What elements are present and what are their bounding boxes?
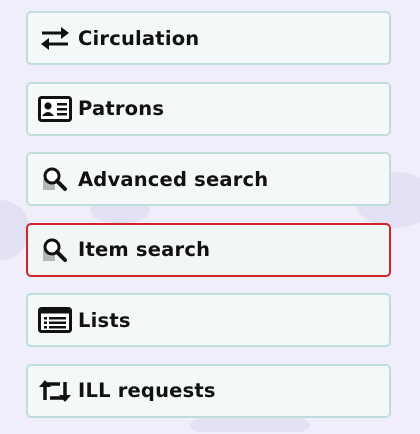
- menu-item-label: ILL requests: [78, 379, 216, 402]
- menu-item-label: Patrons: [78, 97, 165, 120]
- menu-item-label: Lists: [78, 308, 131, 332]
- menu-item-ill-requests[interactable]: ILL requests: [26, 363, 391, 418]
- menu-item-advanced-search[interactable]: Advanced search: [26, 152, 391, 206]
- magnifier-icon: [38, 236, 72, 264]
- menu-item-label: Circulation: [78, 26, 200, 50]
- retweet-arrows-icon: [38, 377, 72, 405]
- menu-item-label: Advanced search: [78, 167, 269, 191]
- menu-item-lists[interactable]: Lists: [26, 293, 391, 347]
- circulation-arrows-icon: [38, 24, 72, 52]
- menu-item-item-search[interactable]: Item search: [26, 222, 391, 277]
- menu-item-patrons[interactable]: Patrons: [26, 81, 391, 136]
- list-icon: [38, 306, 72, 334]
- main-menu: Circulation Patrons Advanced search Item…: [26, 11, 391, 434]
- menu-item-circulation[interactable]: Circulation: [26, 11, 391, 65]
- menu-item-label: Item search: [78, 238, 211, 261]
- patron-card-icon: [38, 95, 72, 123]
- magnifier-icon: [38, 165, 72, 193]
